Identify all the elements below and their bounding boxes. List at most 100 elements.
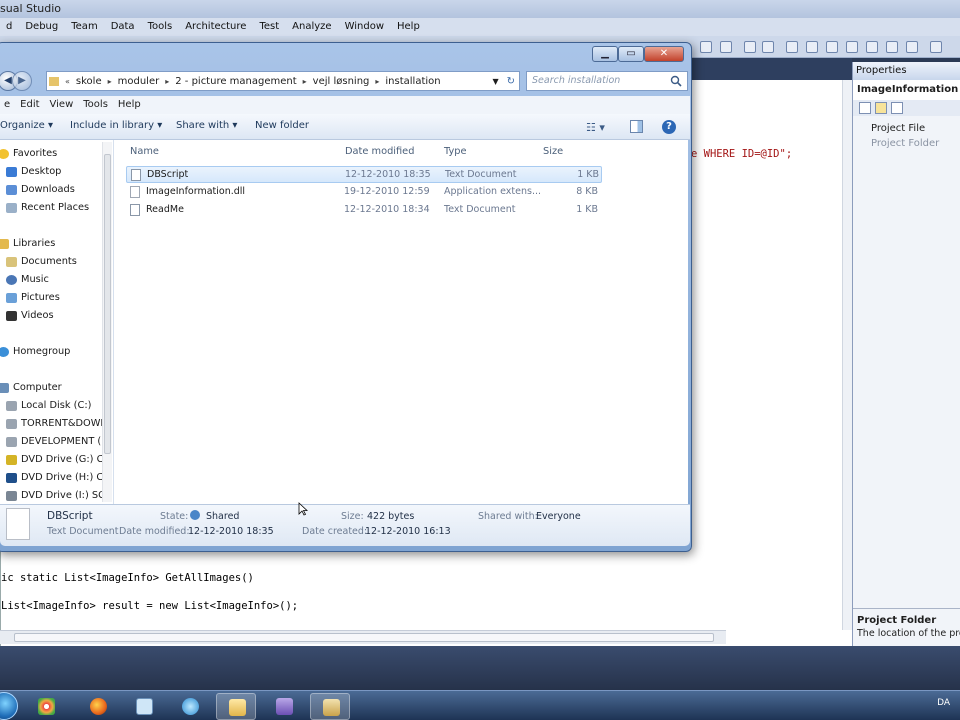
toolbar-icon[interactable] xyxy=(700,41,712,53)
taskbar-book-icon[interactable] xyxy=(124,693,164,720)
new-folder-button[interactable]: New folder xyxy=(255,120,309,131)
nav-music[interactable]: Music xyxy=(6,274,49,285)
vs-menu-file[interactable]: d xyxy=(0,18,19,36)
nav-favorites[interactable]: Favorites xyxy=(0,148,57,159)
nav-desktop[interactable]: Desktop xyxy=(6,166,61,177)
column-header-size[interactable]: Size xyxy=(543,146,563,157)
toolbar-icon[interactable] xyxy=(786,41,798,53)
vs-menu-test[interactable]: Test xyxy=(253,18,286,36)
window-controls: ▁ ▭ ✕ xyxy=(592,46,686,62)
vs-menu-window[interactable]: Window xyxy=(339,18,391,36)
breadcrumb-vejl-losning[interactable]: vejl løsning xyxy=(309,76,374,87)
scroll-thumb[interactable] xyxy=(14,633,714,642)
address-bar[interactable]: « skole ▸ moduler ▸ 2 - picture management… xyxy=(46,71,520,91)
toolbar-icon[interactable] xyxy=(826,41,838,53)
nav-development-drive[interactable]: DEVELOPMENT (F xyxy=(6,436,107,447)
file-row[interactable]: ImageInformation.dll 19-12-2010 12:59 Ap… xyxy=(126,184,602,201)
vs-title-bar: sual Studio xyxy=(0,0,960,18)
alphabetical-icon[interactable] xyxy=(875,102,887,114)
toolbar-icon[interactable] xyxy=(846,41,858,53)
file-row[interactable]: DBScript 12-12-2010 18:35 Text Document … xyxy=(126,166,602,183)
property-pages-icon[interactable] xyxy=(891,102,903,114)
nav-torrent-drive[interactable]: TORRENT&DOWN xyxy=(6,418,108,429)
nav-dvd-i[interactable]: DVD Drive (I:) SC xyxy=(6,490,105,501)
categorized-icon[interactable] xyxy=(859,102,871,114)
language-indicator[interactable]: DA xyxy=(937,698,950,708)
change-view-icon[interactable]: ☷ ▾ xyxy=(586,121,605,134)
file-row[interactable]: ReadMe 12-12-2010 18:34 Text Document 1 … xyxy=(126,202,602,219)
nav-dvd-h[interactable]: DVD Drive (H:) Ca xyxy=(6,472,109,483)
file-list-scrollbar[interactable] xyxy=(676,140,688,504)
toolbar-icon[interactable] xyxy=(720,41,732,53)
forward-arrow-icon[interactable]: ▶ xyxy=(12,71,32,91)
column-header-type[interactable]: Type xyxy=(444,146,467,157)
column-header-name[interactable]: Name xyxy=(130,146,159,157)
search-icon[interactable] xyxy=(670,75,682,87)
include-in-library-button[interactable]: Include in library ▾ xyxy=(70,120,162,131)
menu-file[interactable]: e xyxy=(0,96,16,114)
menu-edit[interactable]: Edit xyxy=(16,96,45,114)
breadcrumb-moduler[interactable]: moduler xyxy=(114,76,164,87)
scroll-thumb[interactable] xyxy=(104,154,111,454)
maximize-icon[interactable]: ▭ xyxy=(618,46,644,62)
vs-menu-analyze[interactable]: Analyze xyxy=(286,18,338,36)
nav-downloads[interactable]: Downloads xyxy=(6,184,75,195)
preview-pane-icon[interactable] xyxy=(630,120,643,133)
breadcrumb-installation[interactable]: installation xyxy=(381,76,444,87)
toolbar-icon[interactable] xyxy=(866,41,878,53)
nav-recent-places[interactable]: Recent Places xyxy=(6,202,89,213)
property-description: Project Folder The location of the proj xyxy=(853,608,960,646)
menu-view[interactable]: View xyxy=(46,96,80,114)
toolbar-icon[interactable] xyxy=(762,41,774,53)
taskbar-visualstudio-icon[interactable] xyxy=(264,693,304,720)
toolbar-icon[interactable] xyxy=(744,41,756,53)
editor-horizontal-scrollbar[interactable] xyxy=(0,630,726,644)
minimize-icon[interactable]: ▁ xyxy=(592,46,618,62)
details-state-value: Shared xyxy=(206,511,240,522)
toolbar-icon[interactable] xyxy=(930,41,942,53)
nav-homegroup[interactable]: Homegroup xyxy=(0,346,70,357)
nav-videos[interactable]: Videos xyxy=(6,310,54,321)
nav-pictures[interactable]: Pictures xyxy=(6,292,60,303)
mouse-cursor-icon xyxy=(298,502,308,516)
nav-local-disk[interactable]: Local Disk (C:) xyxy=(6,400,91,411)
toolbar-icon[interactable] xyxy=(886,41,898,53)
vs-menu-team[interactable]: Team xyxy=(65,18,104,36)
breadcrumb-skole[interactable]: skole xyxy=(72,76,106,87)
menu-help[interactable]: Help xyxy=(114,96,147,114)
organize-button[interactable]: Organize ▾ xyxy=(0,120,53,131)
properties-object-selector[interactable]: ImageInformation Pro xyxy=(853,80,960,100)
vs-menu-help[interactable]: Help xyxy=(391,18,427,36)
property-project-file[interactable]: Project File xyxy=(871,123,925,134)
vs-menu-data[interactable]: Data xyxy=(105,18,142,36)
taskbar-explorer-icon[interactable] xyxy=(216,693,256,720)
property-project-folder[interactable]: Project Folder xyxy=(871,138,939,149)
nav-computer[interactable]: Computer xyxy=(0,382,62,393)
nav-documents[interactable]: Documents xyxy=(6,256,77,267)
nav-libraries[interactable]: Libraries xyxy=(0,238,55,249)
taskbar-tools-icon[interactable] xyxy=(310,693,350,720)
share-with-button[interactable]: Share with ▾ xyxy=(176,120,237,131)
vs-menu-debug[interactable]: Debug xyxy=(19,18,65,36)
documents-icon xyxy=(6,256,17,267)
toolbar-icon[interactable] xyxy=(906,41,918,53)
menu-tools[interactable]: Tools xyxy=(79,96,114,114)
nav-pane-scrollbar[interactable] xyxy=(102,142,112,502)
breadcrumb-picture-management[interactable]: 2 - picture management xyxy=(171,76,300,87)
editor-vertical-scrollbar[interactable] xyxy=(842,80,852,630)
taskbar-firefox-icon[interactable] xyxy=(78,693,118,720)
column-header-date-modified[interactable]: Date modified xyxy=(345,146,414,157)
refresh-icon[interactable]: ↻ xyxy=(503,76,519,87)
vs-menu-architecture[interactable]: Architecture xyxy=(179,18,253,36)
taskbar-media-icon[interactable] xyxy=(170,693,210,720)
search-input[interactable]: Search installation xyxy=(526,71,688,91)
taskbar-chrome-icon[interactable] xyxy=(26,693,66,720)
address-dropdown-icon[interactable]: ▼ xyxy=(488,77,502,86)
vs-menu-tools[interactable]: Tools xyxy=(142,18,180,36)
help-icon[interactable]: ? xyxy=(662,120,676,134)
toolbar-icon[interactable] xyxy=(806,41,818,53)
homegroup-icon xyxy=(0,346,9,357)
nav-dvd-g[interactable]: DVD Drive (G:) Cr xyxy=(6,454,107,465)
close-icon[interactable]: ✕ xyxy=(644,46,684,62)
details-modified-label: Date modified: xyxy=(119,526,190,537)
